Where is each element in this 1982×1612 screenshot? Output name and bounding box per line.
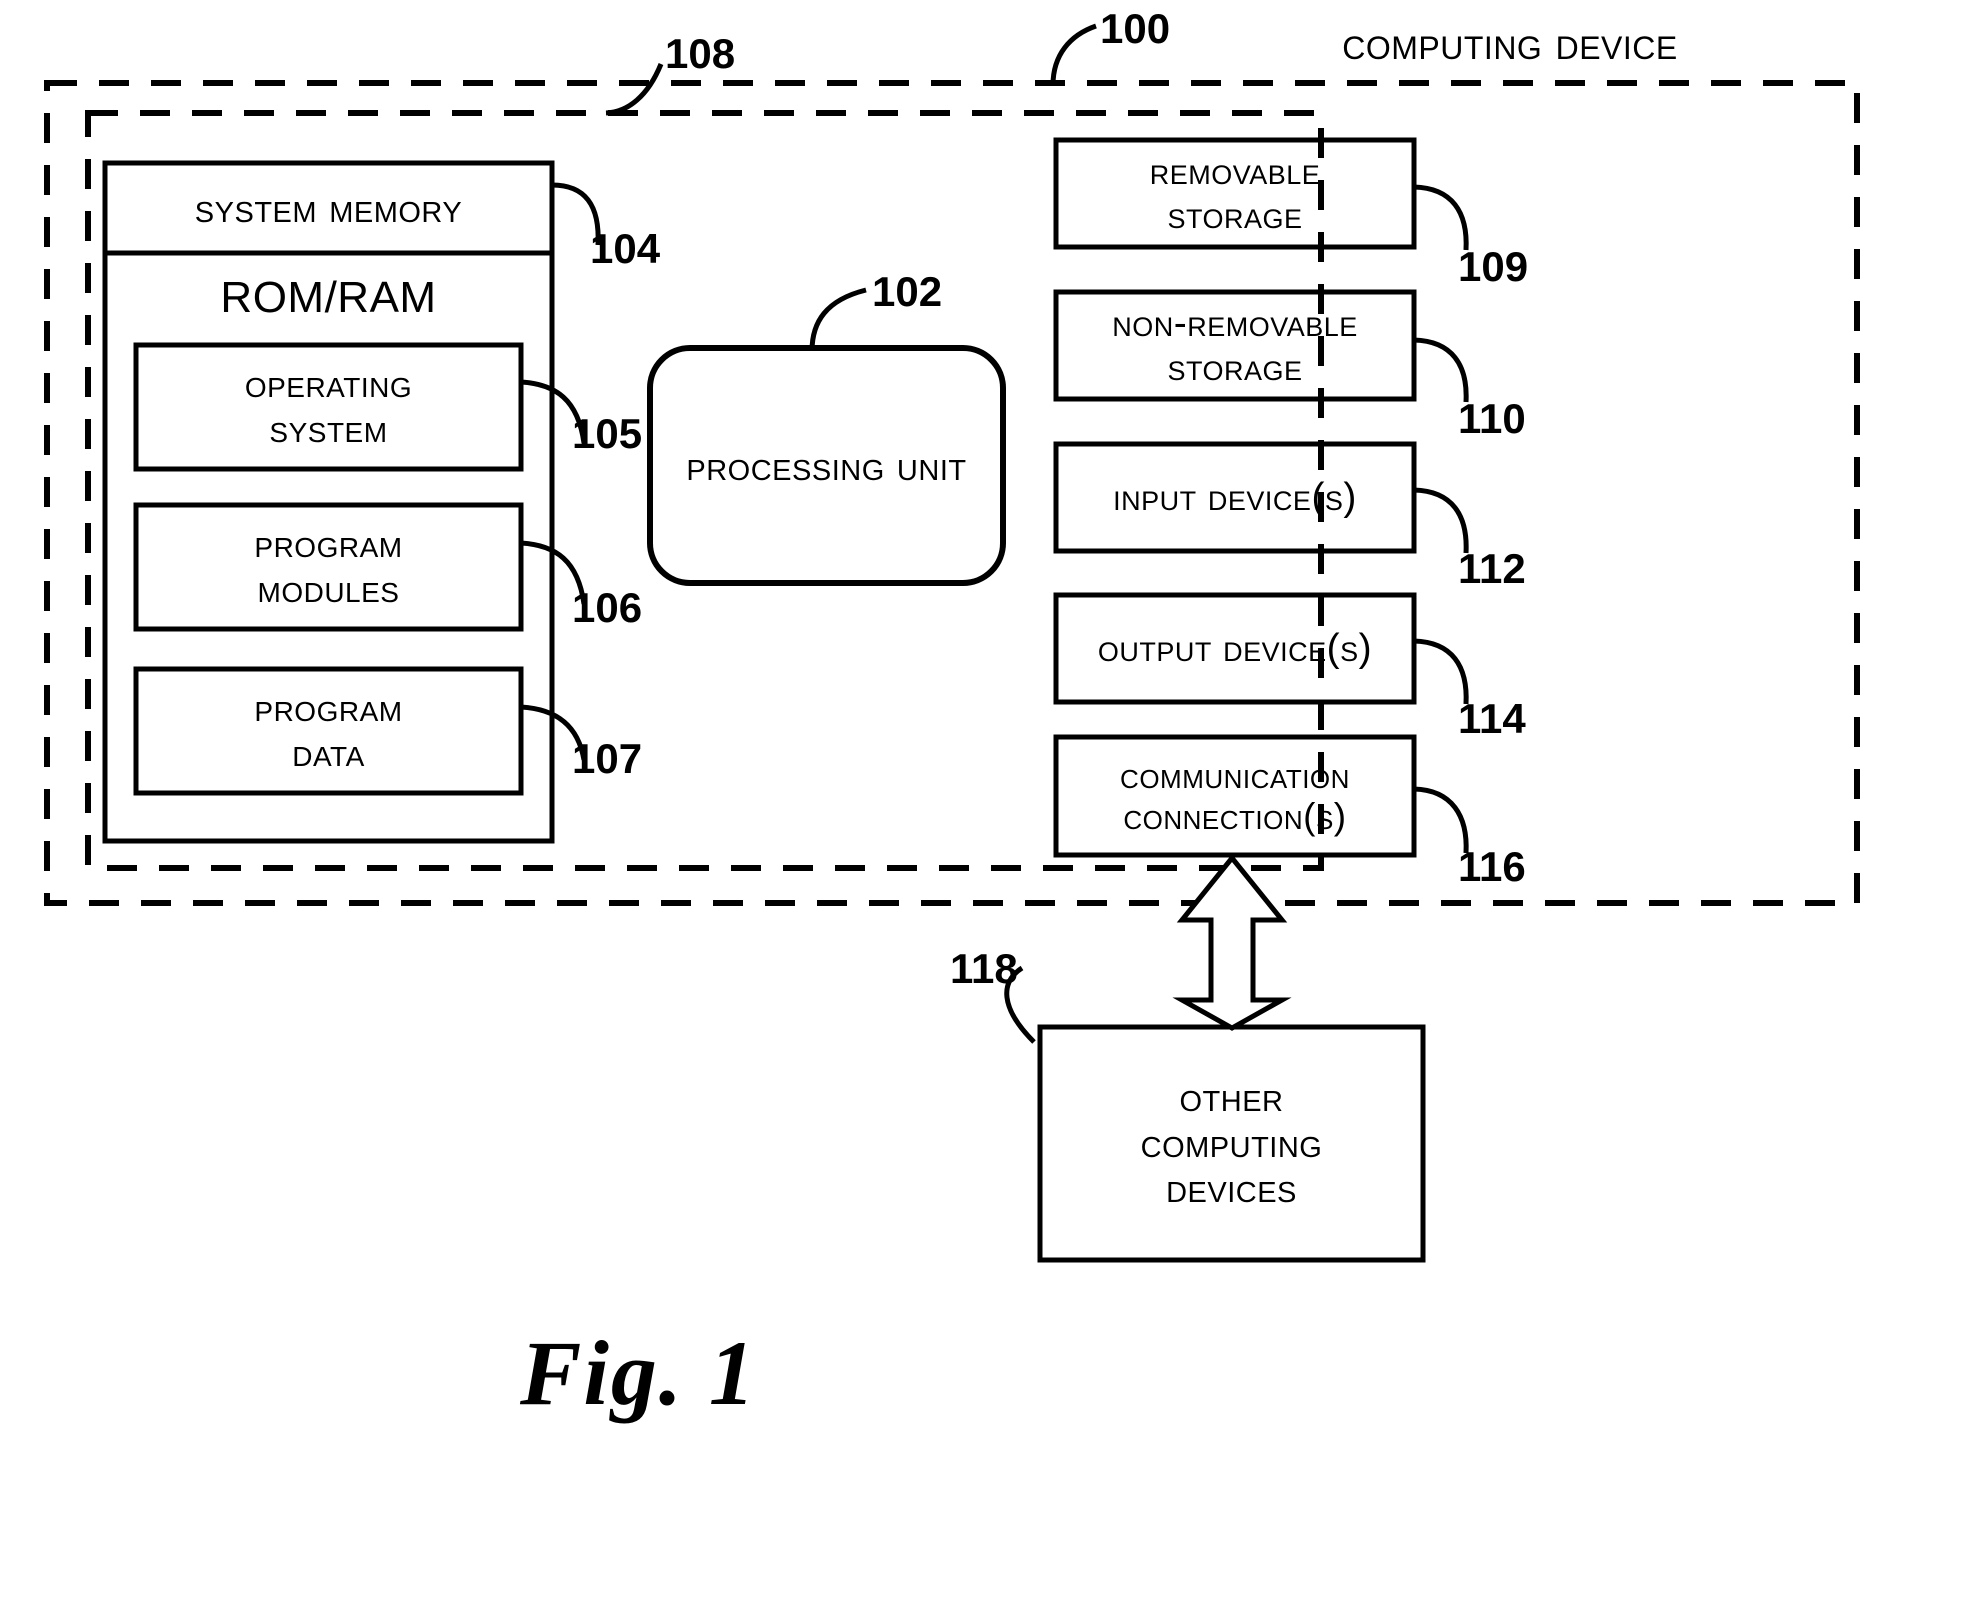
- non-removable-storage-label-wrap: Non-Removable Storage: [1056, 292, 1414, 399]
- ref-102: 102: [872, 268, 943, 315]
- communication-connections-label: Communication Connection(s): [1120, 754, 1350, 837]
- output-devices-label-wrap: Output Device(s): [1056, 595, 1414, 702]
- ref-107: 107: [572, 735, 643, 782]
- output-devices-label: Output Device(s): [1097, 626, 1373, 670]
- ref-106: 106: [572, 584, 643, 631]
- ref-112: 112: [1458, 545, 1526, 592]
- program-modules-label-wrap: Program Modules: [136, 505, 521, 629]
- system-memory-subtitle-wrap: ROM/RAM: [105, 262, 552, 334]
- computing-device-title: Computing Device: [1342, 17, 1678, 69]
- bidirectional-arrow: [1172, 854, 1292, 1031]
- rom-ram-label: ROM/RAM: [220, 273, 437, 323]
- ref-116: 116: [1458, 843, 1526, 890]
- ref-100: 100: [1100, 5, 1171, 52]
- ref-114: 114: [1458, 695, 1526, 742]
- leader-100: [1050, 23, 1097, 86]
- ref-105: 105: [572, 410, 643, 457]
- processing-unit-label-wrap: Processing Unit: [650, 348, 1003, 583]
- removable-storage-label-wrap: Removable Storage: [1056, 140, 1414, 247]
- program-data-label-wrap: Program Data: [136, 669, 521, 793]
- ref-110: 110: [1458, 395, 1526, 442]
- ref-118: 118: [950, 945, 1018, 992]
- input-devices-label-wrap: Input Device(s): [1056, 444, 1414, 551]
- program-data-label: Program Data: [254, 686, 403, 775]
- system-memory-title: System Memory: [194, 184, 463, 232]
- processing-unit-label: Processing Unit: [686, 441, 967, 489]
- leader-112: [1413, 487, 1469, 554]
- ref-108: 108: [665, 30, 736, 77]
- ref-104: 104: [590, 225, 661, 272]
- program-modules-label: Program Modules: [254, 522, 403, 611]
- communication-connections-label-wrap: Communication Connection(s): [1056, 737, 1414, 855]
- removable-storage-label: Removable Storage: [1149, 149, 1321, 237]
- operating-system-label-wrap: Operating System: [136, 345, 521, 469]
- non-removable-storage-label: Non-Removable Storage: [1112, 301, 1358, 389]
- leader-110: [1413, 337, 1469, 403]
- input-devices-label: Input Device(s): [1113, 475, 1357, 519]
- leader-109: [1413, 184, 1469, 251]
- ref-109: 109: [1458, 243, 1529, 290]
- leader-102: [809, 287, 867, 352]
- other-computing-devices-label-wrap: Other Computing Devices: [1040, 1027, 1423, 1260]
- system-memory-label-wrap: System Memory: [105, 163, 552, 253]
- leader-108: [605, 63, 664, 116]
- patent-figure-1: Computing Device 100 108 104 105 106 107…: [0, 0, 1982, 1612]
- operating-system-label: Operating System: [244, 362, 413, 451]
- figure-caption: Fig. 1: [520, 1322, 757, 1424]
- other-computing-devices-label: Other Computing Devices: [1140, 1073, 1323, 1212]
